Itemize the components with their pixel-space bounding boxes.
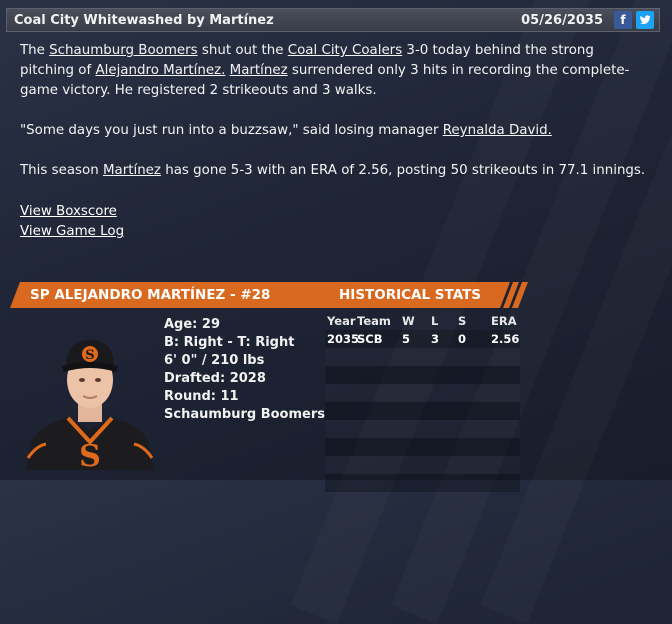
- empty-table-row: [325, 420, 520, 438]
- stats-cell-era: 2.56: [491, 332, 520, 346]
- historical-stats-table: Year Team W L S ERA 2035 SCB 5 3 0 2.56: [325, 312, 520, 492]
- article-text: The: [20, 43, 50, 58]
- news-headline: Coal City Whitewashed by Martínez: [14, 13, 274, 28]
- article-text: "Some days you just run into a buzzsaw,"…: [20, 123, 443, 138]
- empty-table-row: [325, 366, 520, 384]
- news-title-bar: Coal City Whitewashed by Martínez 05/26/…: [6, 8, 660, 32]
- team-link-coal-city[interactable]: Coal City Coalers: [288, 43, 402, 58]
- empty-table-row: [325, 474, 520, 492]
- article-paragraph-1: The Schaumburg Boomers shut out the Coal…: [20, 41, 650, 101]
- table-row[interactable]: 2035 SCB 5 3 0 2.56: [325, 330, 520, 348]
- player-round: Round: 11: [164, 389, 239, 404]
- twitter-icon[interactable]: [636, 11, 654, 29]
- svg-text:S: S: [85, 348, 94, 363]
- view-game-log-link[interactable]: View Game Log: [20, 222, 124, 242]
- news-date: 05/26/2035: [521, 13, 603, 28]
- manager-link-david[interactable]: Reynalda David.: [443, 123, 552, 138]
- svg-text:S: S: [79, 439, 101, 470]
- view-boxscore-link[interactable]: View Boxscore: [20, 202, 124, 222]
- facebook-icon[interactable]: f: [614, 11, 632, 29]
- player-age: Age: 29: [164, 317, 220, 332]
- article-text: has gone 5-3 with an ERA of 2.56, postin…: [160, 163, 646, 178]
- empty-table-row: [325, 402, 520, 420]
- stats-header-row: Year Team W L S ERA: [325, 312, 520, 330]
- stats-cell-s: 0: [458, 332, 467, 346]
- stats-header-w[interactable]: W: [402, 314, 415, 328]
- empty-table-row: [325, 384, 520, 402]
- article-paragraph-2: "Some days you just run into a buzzsaw,"…: [20, 121, 650, 141]
- stats-cell-year: 2035: [327, 332, 360, 346]
- stats-header-team[interactable]: Team: [357, 314, 391, 328]
- player-drafted: Drafted: 2028: [164, 371, 266, 386]
- player-team: Schaumburg Boomers: [164, 407, 325, 422]
- stats-cell-team: SCB: [357, 332, 383, 346]
- stats-header-l[interactable]: L: [431, 314, 438, 328]
- empty-table-row: [325, 348, 520, 366]
- player-name-title[interactable]: SP ALEJANDRO MARTÍNEZ - #28: [30, 287, 270, 303]
- player-bats-throws: B: Right - T: Right: [164, 335, 295, 350]
- team-link-schaumburg[interactable]: Schaumburg Boomers: [49, 43, 197, 58]
- stats-header-s[interactable]: S: [458, 314, 466, 328]
- article-body: The Schaumburg Boomers shut out the Coal…: [20, 41, 650, 201]
- stats-cell-w: 5: [402, 332, 411, 346]
- empty-table-row: [325, 456, 520, 474]
- player-info: Age: 29 B: Right - T: Right 6' 0" / 210 …: [164, 316, 325, 424]
- player-height-weight: 6' 0" / 210 lbs: [164, 353, 265, 368]
- article-links: View Boxscore View Game Log: [20, 202, 124, 242]
- player-link-martinez[interactable]: Martínez: [103, 163, 161, 178]
- player-link-martinez[interactable]: Alejandro Martínez.: [95, 63, 225, 78]
- stats-header-era[interactable]: ERA: [491, 314, 517, 328]
- article-paragraph-3: This season Martínez has gone 5-3 with a…: [20, 161, 650, 181]
- article-text: shut out the: [197, 43, 288, 58]
- historical-stats-title: HISTORICAL STATS: [339, 287, 482, 303]
- player-link-martinez[interactable]: Martínez: [230, 63, 288, 78]
- player-banner: SP ALEJANDRO MARTÍNEZ - #28 HISTORICAL S…: [10, 282, 528, 308]
- player-photo: S S: [22, 318, 158, 474]
- stats-cell-l: 3: [431, 332, 440, 346]
- empty-table-row: [325, 438, 520, 456]
- stats-header-year[interactable]: Year: [327, 314, 356, 328]
- article-text: This season: [20, 163, 103, 178]
